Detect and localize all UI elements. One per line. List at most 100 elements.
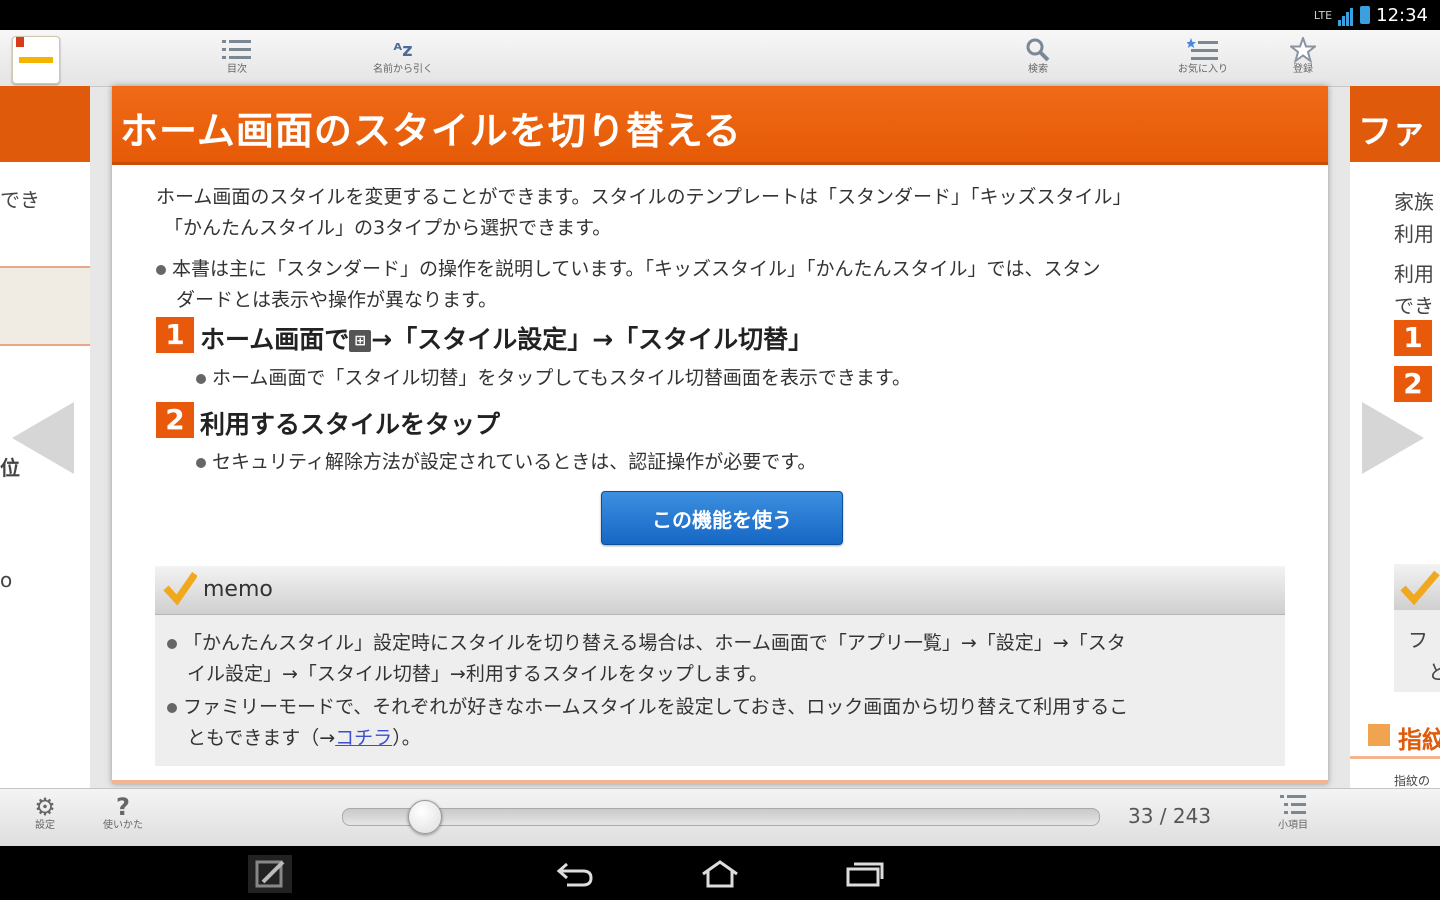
next-page-step-number: 2 <box>1394 366 1432 402</box>
bullet-icon <box>196 373 206 384</box>
next-page-rule <box>1350 756 1440 759</box>
note-line: 本書は主に「スタンダード」の操作を説明しています。「キッズスタイル」「かんたんス… <box>156 254 1101 285</box>
previous-page-text: でき <box>0 188 40 212</box>
bookmark-label: 登録 <box>1293 64 1313 75</box>
memo-line: ファミリーモードで、それぞれが好きなホームスタイルを設定しておき、ロック画面から… <box>167 692 1128 723</box>
page-bottom-rule <box>112 780 1328 784</box>
next-page-text: 指紋の <box>1394 774 1431 788</box>
memo-header: memo <box>155 566 1285 615</box>
help-icon: ? <box>116 793 130 821</box>
step-text: 利用するスタイルをタップ <box>200 410 501 439</box>
memo-line: 「かんたんスタイル」設定時にスタイルを切り替える場合は、ホーム画面で「アプリ一覧… <box>167 628 1126 659</box>
contents-label: 目次 <box>227 64 247 75</box>
memo-box: memo 「かんたんスタイル」設定時にスタイルを切り替える場合は、ホーム画面で「… <box>155 566 1285 766</box>
intro-line: 「かんたんスタイル」の3タイプから選択できます。 <box>164 217 612 239</box>
favorites-list-icon <box>1158 36 1248 64</box>
bullet-icon <box>196 457 206 468</box>
page-counter: 33 / 243 <box>1128 804 1212 828</box>
next-page-text: 家族 <box>1394 190 1434 214</box>
page-slider[interactable] <box>342 808 1100 826</box>
memo-line: ともできます（→コチラ）。 <box>187 723 421 754</box>
memo-text: ）。 <box>392 727 421 749</box>
page-header: ホーム画面のスタイルを切り替える <box>112 86 1328 165</box>
edit-button[interactable] <box>240 852 300 896</box>
next-page-text: と <box>1428 660 1440 684</box>
page-title: ホーム画面のスタイルを切り替える <box>120 109 742 153</box>
checkmark-icon <box>163 572 197 606</box>
search-icon <box>993 36 1083 64</box>
checkmark-icon <box>1400 570 1440 606</box>
next-page-memo-header <box>1394 564 1440 610</box>
intro-line: ホーム画面のスタイルを変更することができます。スタイルのテンプレートは「スタンダ… <box>156 186 1132 208</box>
back-icon <box>556 862 593 887</box>
next-page-section-marker <box>1368 724 1390 746</box>
memo-text: ファミリーモードで、それぞれが好きなホームスタイルを設定しておき、ロック画面から… <box>183 696 1129 718</box>
clock: 12:34 <box>1376 4 1428 26</box>
next-page-memo-body: フ と <box>1394 610 1440 692</box>
search-button[interactable]: 検索 <box>993 36 1083 82</box>
recents-button[interactable] <box>835 852 895 896</box>
recents-icon <box>846 862 884 887</box>
next-page-text: でき <box>1394 294 1434 318</box>
star-icon <box>1258 36 1348 64</box>
next-page-step-number: 1 <box>1394 320 1432 356</box>
app-logo[interactable] <box>12 36 60 84</box>
next-page-title: ファ <box>1358 112 1426 152</box>
apps-key-icon: ⊞ <box>349 330 372 352</box>
step-number: 1 <box>156 317 194 353</box>
step-text-suffix: →「スタイル設定」→「スタイル切替」 <box>371 325 814 354</box>
bullet-icon <box>167 638 177 649</box>
previous-page-arrow-icon[interactable] <box>12 402 74 474</box>
note-line: ダードとは表示や操作が異なります。 <box>176 289 498 311</box>
step-text: ホーム画面で ⊞ →「スタイル設定」→「スタイル切替」 <box>200 320 813 356</box>
list-icon <box>1258 794 1328 820</box>
status-icons: LTE 12:34 <box>1314 4 1428 26</box>
memo-line: イル設定」→「スタイル切替」→利用するスタイルをタップします。 <box>187 663 768 685</box>
next-page-text: フ <box>1408 628 1428 652</box>
step-note: セキュリティ解除方法が設定されているときは、認証操作が必要です。 <box>196 447 816 478</box>
settings-label: 設定 <box>35 820 55 831</box>
back-button[interactable] <box>545 852 605 896</box>
help-label: 使いかた <box>103 820 143 831</box>
previous-page-header <box>0 86 90 162</box>
contents-button[interactable]: 目次 <box>192 36 282 82</box>
status-bar: LTE 12:34 <box>0 0 1440 30</box>
help-button[interactable]: ? 使いかた <box>88 794 158 832</box>
subitems-button[interactable]: 小項目 <box>1258 794 1328 832</box>
manual-page: ホーム画面のスタイルを切り替える ホーム画面のスタイルを変更することができます。… <box>112 86 1328 784</box>
favorites-button[interactable]: お気に入り <box>1158 36 1248 82</box>
gear-icon: ⚙ <box>34 793 56 821</box>
settings-button[interactable]: ⚙ 設定 <box>10 794 80 832</box>
memo-link[interactable]: コチラ <box>335 727 392 749</box>
use-feature-button[interactable]: この機能を使う <box>601 491 843 545</box>
index-label: 名前から引く <box>373 64 433 75</box>
bookmark-button[interactable]: 登録 <box>1258 36 1348 82</box>
step-note-text: セキュリティ解除方法が設定されているときは、認証操作が必要です。 <box>212 451 817 473</box>
network-type-label: LTE <box>1313 8 1333 22</box>
memo-text: ともできます（→ <box>187 727 336 749</box>
home-button[interactable] <box>690 852 750 896</box>
subitems-label: 小項目 <box>1278 820 1308 831</box>
signal-icon <box>1338 5 1354 26</box>
step-note: ホーム画面で「スタイル切替」をタップしてもスタイル切替画面を表示できます。 <box>196 363 911 394</box>
next-page-text: 利用 <box>1394 222 1434 246</box>
next-page-arrow-icon[interactable] <box>1362 402 1424 474</box>
step-note-text: ホーム画面で「スタイル切替」をタップしてもスタイル切替画面を表示できます。 <box>212 367 912 389</box>
home-icon <box>702 860 738 888</box>
previous-page-box <box>0 266 90 346</box>
battery-icon <box>1360 6 1371 24</box>
index-button[interactable]: ᴬz 名前から引く <box>358 36 448 82</box>
memo-text: 「かんたんスタイル」設定時にスタイルを切り替える場合は、ホーム画面で「アプリ一覧… <box>183 632 1126 654</box>
next-page-section-title: 指紋 <box>1398 726 1440 754</box>
step-text-prefix: ホーム画面で <box>200 325 350 354</box>
list-icon <box>192 36 282 64</box>
note-text: 本書は主に「スタンダード」の操作を説明しています。「キッズスタイル」「かんたんス… <box>172 258 1101 280</box>
step-number: 2 <box>156 402 194 438</box>
next-page-header: ファ <box>1350 86 1440 162</box>
search-label: 検索 <box>1028 64 1048 75</box>
edit-icon <box>248 855 292 893</box>
previous-page-text: o <box>0 568 13 592</box>
next-page-text: 利用 <box>1394 262 1434 286</box>
bullet-icon <box>167 702 177 713</box>
az-sort-icon: ᴬz <box>393 39 413 61</box>
